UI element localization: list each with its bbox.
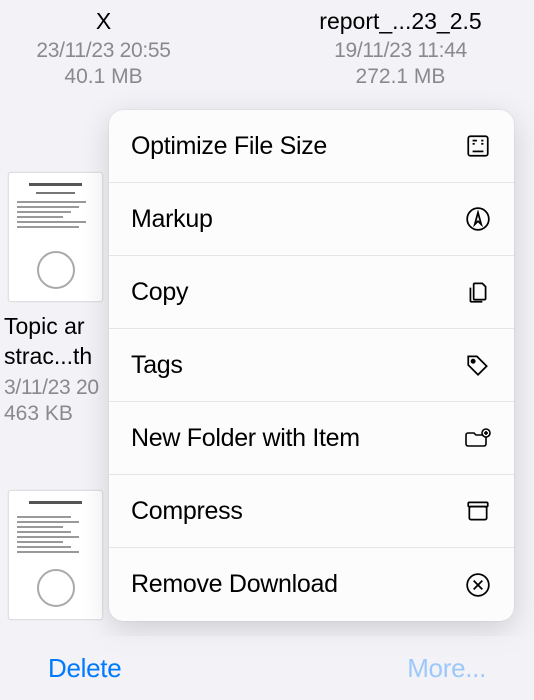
cloud-download-icon xyxy=(37,569,75,607)
file-item-partial-1[interactable]: Topic ar strac...th 3/11/23 20 463 KB xyxy=(0,172,103,426)
file-name: X xyxy=(0,8,237,35)
file-size: 272.1 MB xyxy=(267,65,534,89)
menu-item-tags[interactable]: Tags xyxy=(109,329,514,402)
file-size: 463 KB xyxy=(4,402,103,426)
new-folder-icon xyxy=(464,424,492,452)
compress-icon xyxy=(464,497,492,525)
remove-download-icon xyxy=(464,571,492,599)
file-thumbnail xyxy=(8,172,103,302)
menu-item-label: Remove Download xyxy=(131,570,338,599)
tags-icon xyxy=(464,351,492,379)
file-name-line1: Topic ar xyxy=(4,312,103,342)
file-date: 19/11/23 11:44 xyxy=(267,39,534,63)
menu-item-copy[interactable]: Copy xyxy=(109,256,514,329)
file-date: 23/11/23 20:55 xyxy=(0,39,237,63)
menu-item-label: Tags xyxy=(131,351,183,380)
markup-icon xyxy=(464,205,492,233)
menu-item-new-folder-with-item[interactable]: New Folder with Item xyxy=(109,402,514,475)
footer-toolbar: Delete More... xyxy=(0,636,534,700)
menu-item-optimize-file-size[interactable]: Optimize File Size xyxy=(109,110,514,183)
menu-item-label: Markup xyxy=(131,205,213,234)
menu-item-compress[interactable]: Compress xyxy=(109,475,514,548)
context-menu: Optimize File Size Markup Copy Tags New … xyxy=(109,110,514,621)
file-size: 40.1 MB xyxy=(0,65,237,89)
file-item-left[interactable]: X 23/11/23 20:55 40.1 MB xyxy=(0,8,267,89)
menu-item-label: Copy xyxy=(131,278,188,307)
file-item-right[interactable]: report_...23_2.5 19/11/23 11:44 272.1 MB xyxy=(267,8,534,89)
file-name: report_...23_2.5 xyxy=(267,8,534,35)
file-item-partial-2[interactable] xyxy=(0,490,103,620)
menu-item-remove-download[interactable]: Remove Download xyxy=(109,548,514,621)
cloud-download-icon xyxy=(37,251,75,289)
copy-icon xyxy=(464,278,492,306)
file-thumbnail xyxy=(8,490,103,620)
menu-item-label: Compress xyxy=(131,497,243,526)
delete-button[interactable]: Delete xyxy=(48,653,121,684)
menu-item-label: Optimize File Size xyxy=(131,132,327,161)
menu-item-markup[interactable]: Markup xyxy=(109,183,514,256)
files-header-row: X 23/11/23 20:55 40.1 MB report_...23_2.… xyxy=(0,0,534,89)
menu-item-label: New Folder with Item xyxy=(131,424,360,453)
file-date: 3/11/23 20 xyxy=(4,376,103,400)
more-button[interactable]: More... xyxy=(407,653,486,684)
file-name-line2: strac...th xyxy=(4,342,103,372)
optimize-file-size-icon xyxy=(464,132,492,160)
